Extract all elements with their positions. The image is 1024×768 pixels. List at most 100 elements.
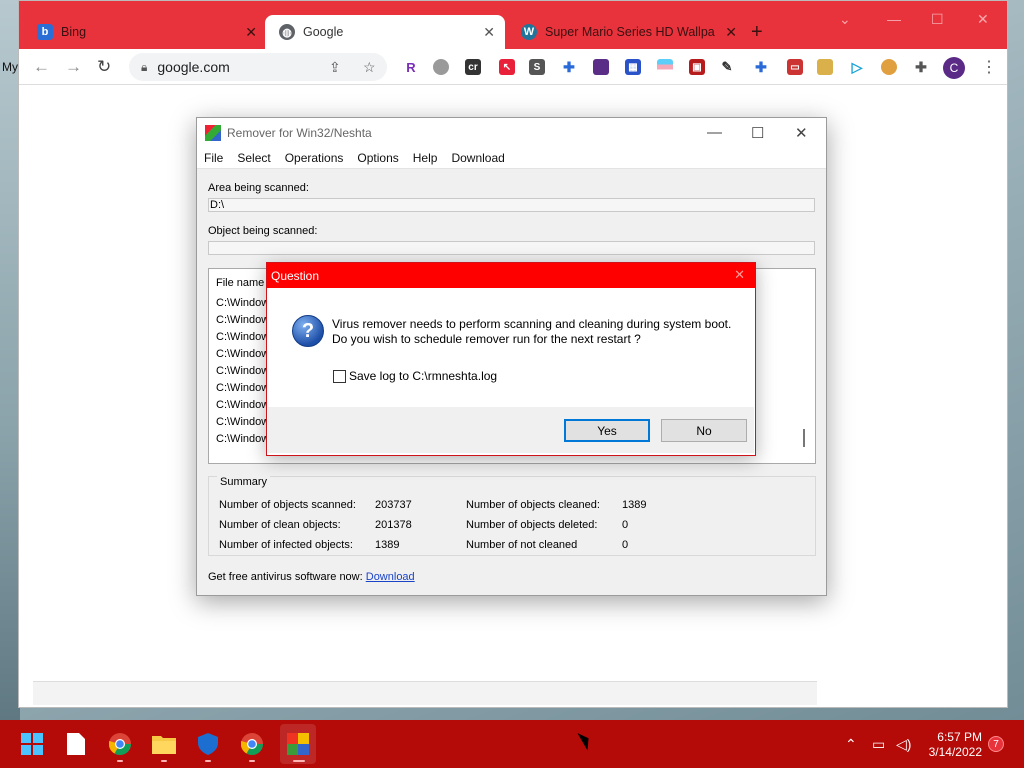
infected-value: 1389 <box>375 539 400 551</box>
close-icon[interactable]: ✕ <box>483 24 495 41</box>
dialog-button-bar: Yes No <box>268 407 754 453</box>
address-bar[interactable]: 🔒︎ google.com ⇪ ☆ <box>129 53 387 81</box>
wordpress-icon: W <box>521 24 537 40</box>
file-explorer-icon[interactable] <box>152 732 176 756</box>
save-log-label[interactable]: Save log to C:\rmneshta.log <box>349 369 497 383</box>
no-button[interactable]: No <box>661 419 747 442</box>
remover-titlebar[interactable]: Remover for Win32/Neshta — ☐ ✕ <box>197 118 826 148</box>
dialog-message-line1: Virus remover needs to perform scanning … <box>332 317 732 331</box>
extension-screen-icon[interactable]: ▭ <box>787 59 803 75</box>
extension-image-icon[interactable]: ▣ <box>689 59 705 75</box>
remover-app-icon[interactable] <box>286 732 310 756</box>
explorer-statusbar <box>33 681 817 705</box>
menu-download[interactable]: Download <box>444 151 511 165</box>
object-field <box>208 241 815 255</box>
extension-grid-icon[interactable]: ▦ <box>625 59 641 75</box>
more-menu-icon[interactable]: ⋮ <box>981 57 997 77</box>
extension-purple-icon[interactable] <box>593 59 609 75</box>
tab-google[interactable]: ◍ Google ✕ <box>265 15 505 49</box>
summary-title: Summary <box>217 476 271 488</box>
column-header-file-name[interactable]: File name <box>216 277 264 289</box>
forward-icon[interactable]: → <box>65 57 82 77</box>
save-log-checkbox[interactable] <box>333 369 346 383</box>
menu-operations[interactable]: Operations <box>278 151 351 165</box>
extension-doge-icon[interactable] <box>817 59 833 75</box>
tab-mario[interactable]: W Super Mario Series HD Wallpape ✕ <box>507 15 747 49</box>
minimize-icon[interactable]: — <box>707 124 722 141</box>
new-tab-icon[interactable]: + <box>751 21 763 44</box>
close-icon[interactable]: ✕ <box>245 24 257 41</box>
running-indicator <box>161 760 167 762</box>
star-icon[interactable]: ☆ <box>363 59 376 76</box>
yes-button[interactable]: Yes <box>564 419 650 442</box>
reload-icon[interactable]: ↻ <box>97 57 111 77</box>
desktop-icon-label[interactable]: My <box>2 60 18 74</box>
object-label: Object being scanned: <box>208 225 318 237</box>
close-icon[interactable]: ✕ <box>734 267 745 283</box>
puzzle-icon[interactable]: ✚ <box>753 59 769 75</box>
extension-s-icon[interactable]: S <box>529 59 545 75</box>
save-log-checkbox-row[interactable]: Save log to C:\rmneshta.log <box>333 369 497 383</box>
list-item[interactable]: C:\Window <box>216 433 269 445</box>
extension-cursor-icon[interactable]: ↖ <box>499 59 515 75</box>
menu-help[interactable]: Help <box>406 151 445 165</box>
cleaned-value: 1389 <box>622 499 647 511</box>
extension-elephant-icon[interactable] <box>433 59 449 75</box>
extensions-puzzle-icon[interactable]: ✚ <box>913 59 929 75</box>
security-shield-icon[interactable] <box>196 732 220 756</box>
puzzle-icon[interactable]: ✚ <box>561 59 577 75</box>
tab-label: Google <box>303 25 344 39</box>
running-indicator <box>249 760 255 762</box>
close-icon[interactable]: ✕ <box>795 124 808 142</box>
not-cleaned-value: 0 <box>622 539 629 551</box>
system-clock[interactable]: 6:57 PM 3/14/2022 <box>920 730 982 760</box>
tab-bing[interactable]: b Bing ✕ <box>23 15 267 49</box>
list-item[interactable]: C:\Window <box>216 416 269 428</box>
maximize-icon[interactable]: ☐ <box>751 124 764 142</box>
extension-avatar-icon[interactable] <box>881 59 897 75</box>
network-icon[interactable]: ▭ <box>872 736 885 753</box>
footer: Get free antivirus software now: Downloa… <box>208 571 415 583</box>
extension-flag-icon[interactable] <box>657 59 673 75</box>
dialog-titlebar[interactable]: Question ✕ <box>267 263 755 288</box>
list-item[interactable]: C:\Window <box>216 297 269 309</box>
chevron-up-icon[interactable]: ⌃ <box>845 736 857 753</box>
list-item[interactable]: C:\Window <box>216 314 269 326</box>
download-link[interactable]: Download <box>366 571 415 583</box>
list-item[interactable]: C:\Window <box>216 365 269 377</box>
extension-feather-icon[interactable]: ✎ <box>719 59 735 75</box>
maximize-icon[interactable]: ☐ <box>931 11 944 28</box>
extension-cr-icon[interactable]: cr <box>465 59 481 75</box>
list-item[interactable]: C:\Window <box>216 331 269 343</box>
minimize-icon[interactable]: — <box>887 11 901 27</box>
close-icon[interactable]: ✕ <box>725 24 737 41</box>
dialog-title: Question <box>271 268 320 283</box>
not-cleaned-label: Number of not cleaned <box>466 539 578 551</box>
menu-options[interactable]: Options <box>350 151 405 165</box>
menu-select[interactable]: Select <box>230 151 277 165</box>
back-icon[interactable]: ← <box>33 57 50 77</box>
chevron-down-icon[interactable]: ⌄ <box>839 11 851 28</box>
clock-time: 6:57 PM <box>937 730 982 744</box>
list-item[interactable]: C:\Window <box>216 348 269 360</box>
extension-r-icon[interactable]: R <box>403 59 419 75</box>
infected-label: Number of infected objects: <box>219 539 353 551</box>
play-icon[interactable]: ▷ <box>849 59 865 75</box>
notification-badge[interactable]: 7 <box>988 736 1004 752</box>
chrome-icon[interactable] <box>108 732 132 756</box>
footer-text: Get free antivirus software now: <box>208 571 363 583</box>
profile-avatar[interactable]: C <box>943 57 965 79</box>
list-item[interactable]: C:\Window <box>216 382 269 394</box>
document-icon[interactable] <box>64 732 88 756</box>
close-icon[interactable]: ✕ <box>977 11 989 28</box>
volume-icon[interactable]: ◁) <box>896 736 911 753</box>
chrome-icon[interactable] <box>240 732 264 756</box>
browser-toolbar: ← → ↻ 🔒︎ google.com ⇪ ☆ R cr ↖ S ✚ ▦ ▣ ✎… <box>19 49 1007 85</box>
share-icon[interactable]: ⇪ <box>329 59 341 76</box>
lock-icon[interactable]: 🔒︎ <box>141 60 147 75</box>
list-item[interactable]: C:\Window <box>216 399 269 411</box>
menu-file[interactable]: File <box>197 151 230 165</box>
address-url[interactable]: google.com <box>157 59 229 75</box>
scrollbar[interactable] <box>803 429 805 447</box>
windows-start-icon[interactable] <box>20 732 44 756</box>
